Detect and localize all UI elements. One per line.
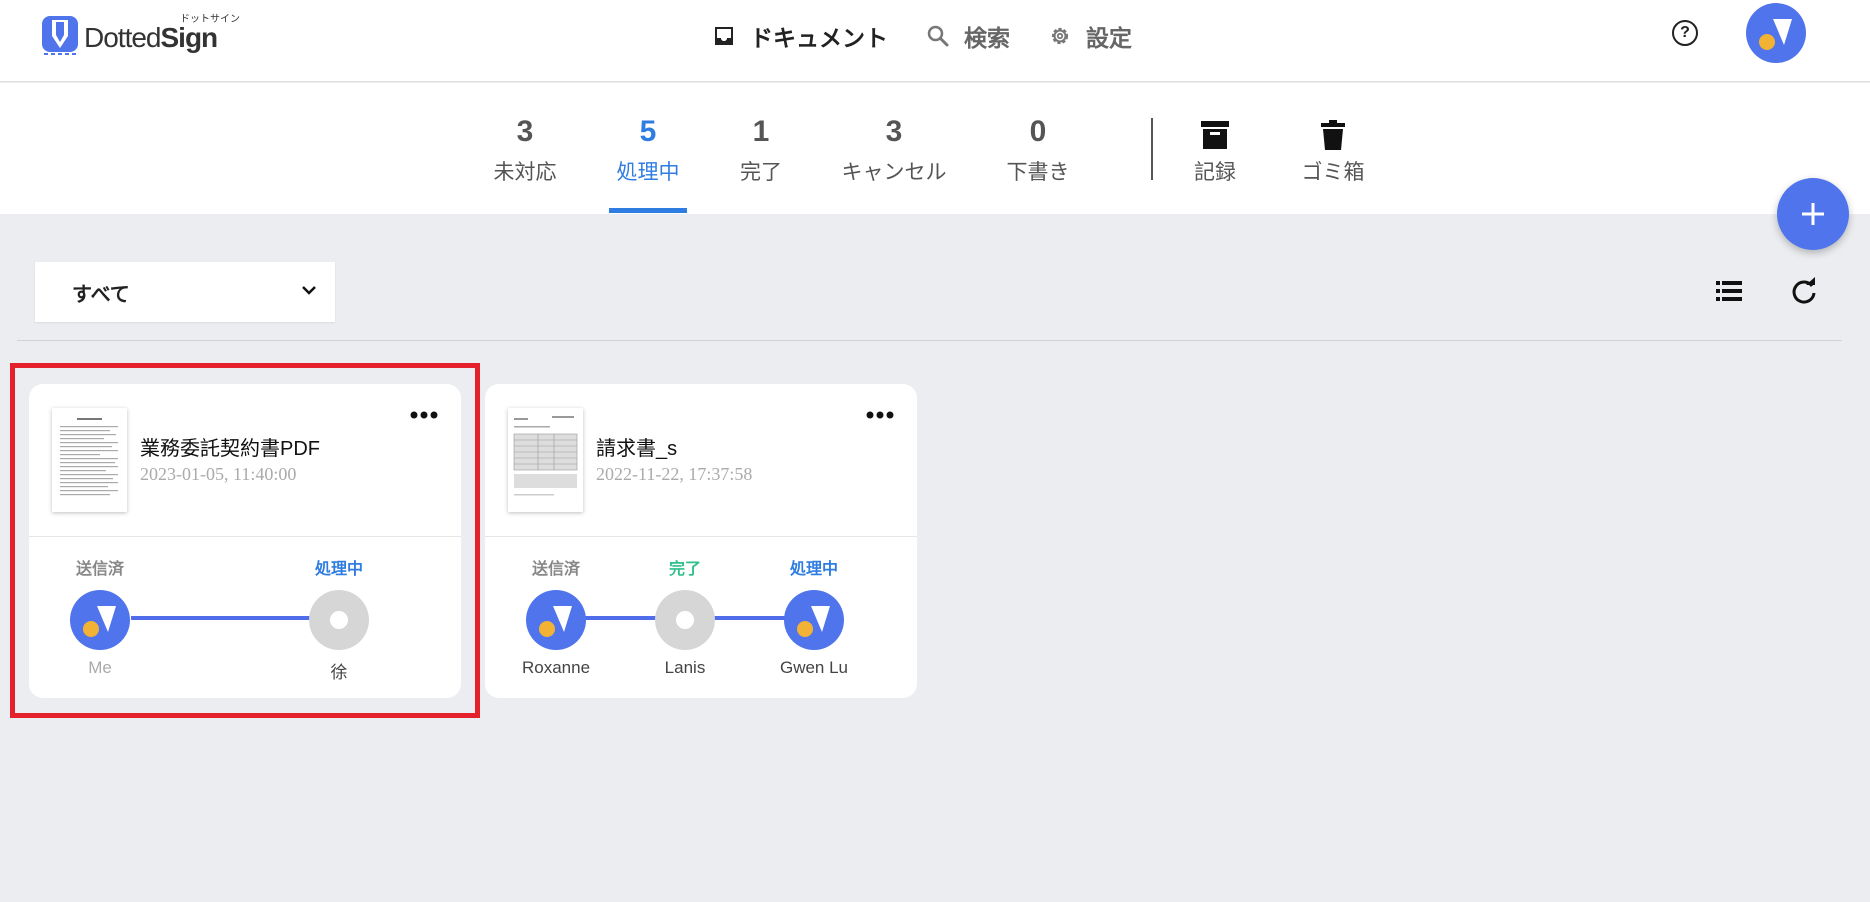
signer-step: 送信済 Roxanne	[506, 558, 606, 678]
tab-trash[interactable]: ゴミ箱	[1296, 113, 1370, 187]
logo[interactable]: DottedSign ドットサイン	[40, 12, 240, 56]
tab-label: 完了	[740, 160, 782, 184]
nav-search-label: 検索	[964, 26, 1010, 52]
inbox-icon	[715, 27, 733, 45]
signer-avatar	[784, 590, 844, 650]
step-status: 送信済	[75, 559, 124, 578]
document-card[interactable]: 請求書_s 2022-11-22, 17:37:58 送信済 Roxanne 完…	[485, 384, 917, 698]
tab-completed[interactable]: 1 完了	[726, 113, 796, 187]
archive-box-icon	[1201, 121, 1229, 149]
main-nav: ドキュメント 検索 設定	[712, 18, 1170, 54]
chevron-down-icon	[302, 286, 316, 295]
tab-pending[interactable]: 3 未対応	[490, 113, 560, 187]
tab-drafts[interactable]: 0 下書き	[1000, 113, 1076, 187]
logo-kana: ドットサイン	[180, 14, 240, 25]
card-divider	[485, 536, 917, 537]
search-icon	[927, 25, 949, 47]
user-avatar[interactable]	[1746, 3, 1806, 63]
tab-label: キャンセル	[841, 160, 947, 184]
nav-settings[interactable]: 設定	[1048, 19, 1132, 53]
nav-search[interactable]: 検索	[926, 19, 1010, 53]
signer-step: 処理中 Gwen Lu	[764, 558, 864, 678]
signer-name: Lanis	[664, 658, 706, 677]
progress-line	[131, 616, 313, 620]
tab-count: 1	[752, 115, 770, 148]
tab-cancelled[interactable]: 3 キャンセル	[834, 113, 954, 187]
signer-step: 送信済 Me	[50, 558, 150, 678]
step-status: 処理中	[789, 559, 838, 578]
gear-icon	[1051, 27, 1069, 45]
list-view-icon[interactable]	[1716, 280, 1742, 302]
document-date: 2022-11-22, 17:37:58	[596, 464, 753, 484]
active-tab-indicator	[609, 208, 687, 213]
signer-step: 処理中 徐	[289, 558, 389, 683]
tab-in-progress[interactable]: 5 処理中	[613, 113, 683, 187]
signer-pending-node	[655, 590, 715, 650]
nav-documents[interactable]: ドキュメント	[712, 19, 888, 53]
tab-records[interactable]: 記録	[1190, 113, 1240, 187]
tab-label: 記録	[1194, 160, 1236, 184]
more-options-icon[interactable]	[865, 410, 895, 420]
add-document-button[interactable]	[1777, 178, 1849, 250]
plus-icon	[1802, 203, 1824, 225]
document-thumbnail	[508, 408, 583, 512]
document-title: 請求書_s	[596, 438, 678, 460]
step-status: 送信済	[531, 559, 580, 578]
trash-icon	[1321, 120, 1345, 150]
signer-name: Gwen Lu	[779, 658, 849, 677]
step-status: 完了	[668, 559, 701, 578]
card-divider	[29, 536, 461, 537]
signer-name: Me	[88, 658, 112, 677]
signer-avatar	[70, 590, 130, 650]
help-icon[interactable]: ?	[1672, 20, 1698, 46]
nav-settings-label: 設定	[1086, 26, 1132, 52]
tab-count: 3	[516, 115, 534, 148]
signer-pending-node	[309, 590, 369, 650]
refresh-icon[interactable]	[1790, 277, 1818, 305]
document-card[interactable]: 業務委託契約書PDF 2023-01-05, 11:40:00 送信済 Me 処…	[29, 384, 461, 698]
signer-step: 完了 Lanis	[635, 558, 735, 678]
status-tabs: 3 未対応 5 処理中 1 完了 3 キャンセル 0 下書き 記録 ゴミ箱	[0, 83, 1870, 214]
more-options-icon[interactable]	[409, 410, 439, 420]
logo-text: DottedSign	[84, 22, 218, 53]
tab-label: 下書き	[1006, 160, 1070, 184]
divider	[17, 340, 1842, 341]
document-thumbnail	[52, 408, 127, 512]
signer-name: Roxanne	[521, 658, 591, 677]
filter-dropdown[interactable]: すべて	[35, 262, 335, 322]
signer-name: 徐	[330, 663, 348, 682]
tab-label: ゴミ箱	[1301, 160, 1365, 184]
document-date: 2023-01-05, 11:40:00	[140, 464, 297, 484]
tab-count: 0	[1029, 115, 1047, 148]
filter-selected-value: すべて	[72, 281, 130, 306]
logo-pen-icon	[40, 14, 80, 56]
step-status: 処理中	[314, 559, 363, 578]
signer-avatar	[526, 590, 586, 650]
tab-label: 未対応	[493, 160, 557, 184]
tab-count: 3	[885, 115, 903, 148]
nav-documents-label: ドキュメント	[750, 26, 888, 52]
document-title: 業務委託契約書PDF	[140, 438, 320, 460]
top-bar: DottedSign ドットサイン ドキュメント 検索 設定 ?	[0, 0, 1870, 82]
tab-label: 処理中	[616, 160, 680, 184]
tab-count: 5	[639, 115, 657, 148]
tab-divider	[1151, 118, 1153, 180]
